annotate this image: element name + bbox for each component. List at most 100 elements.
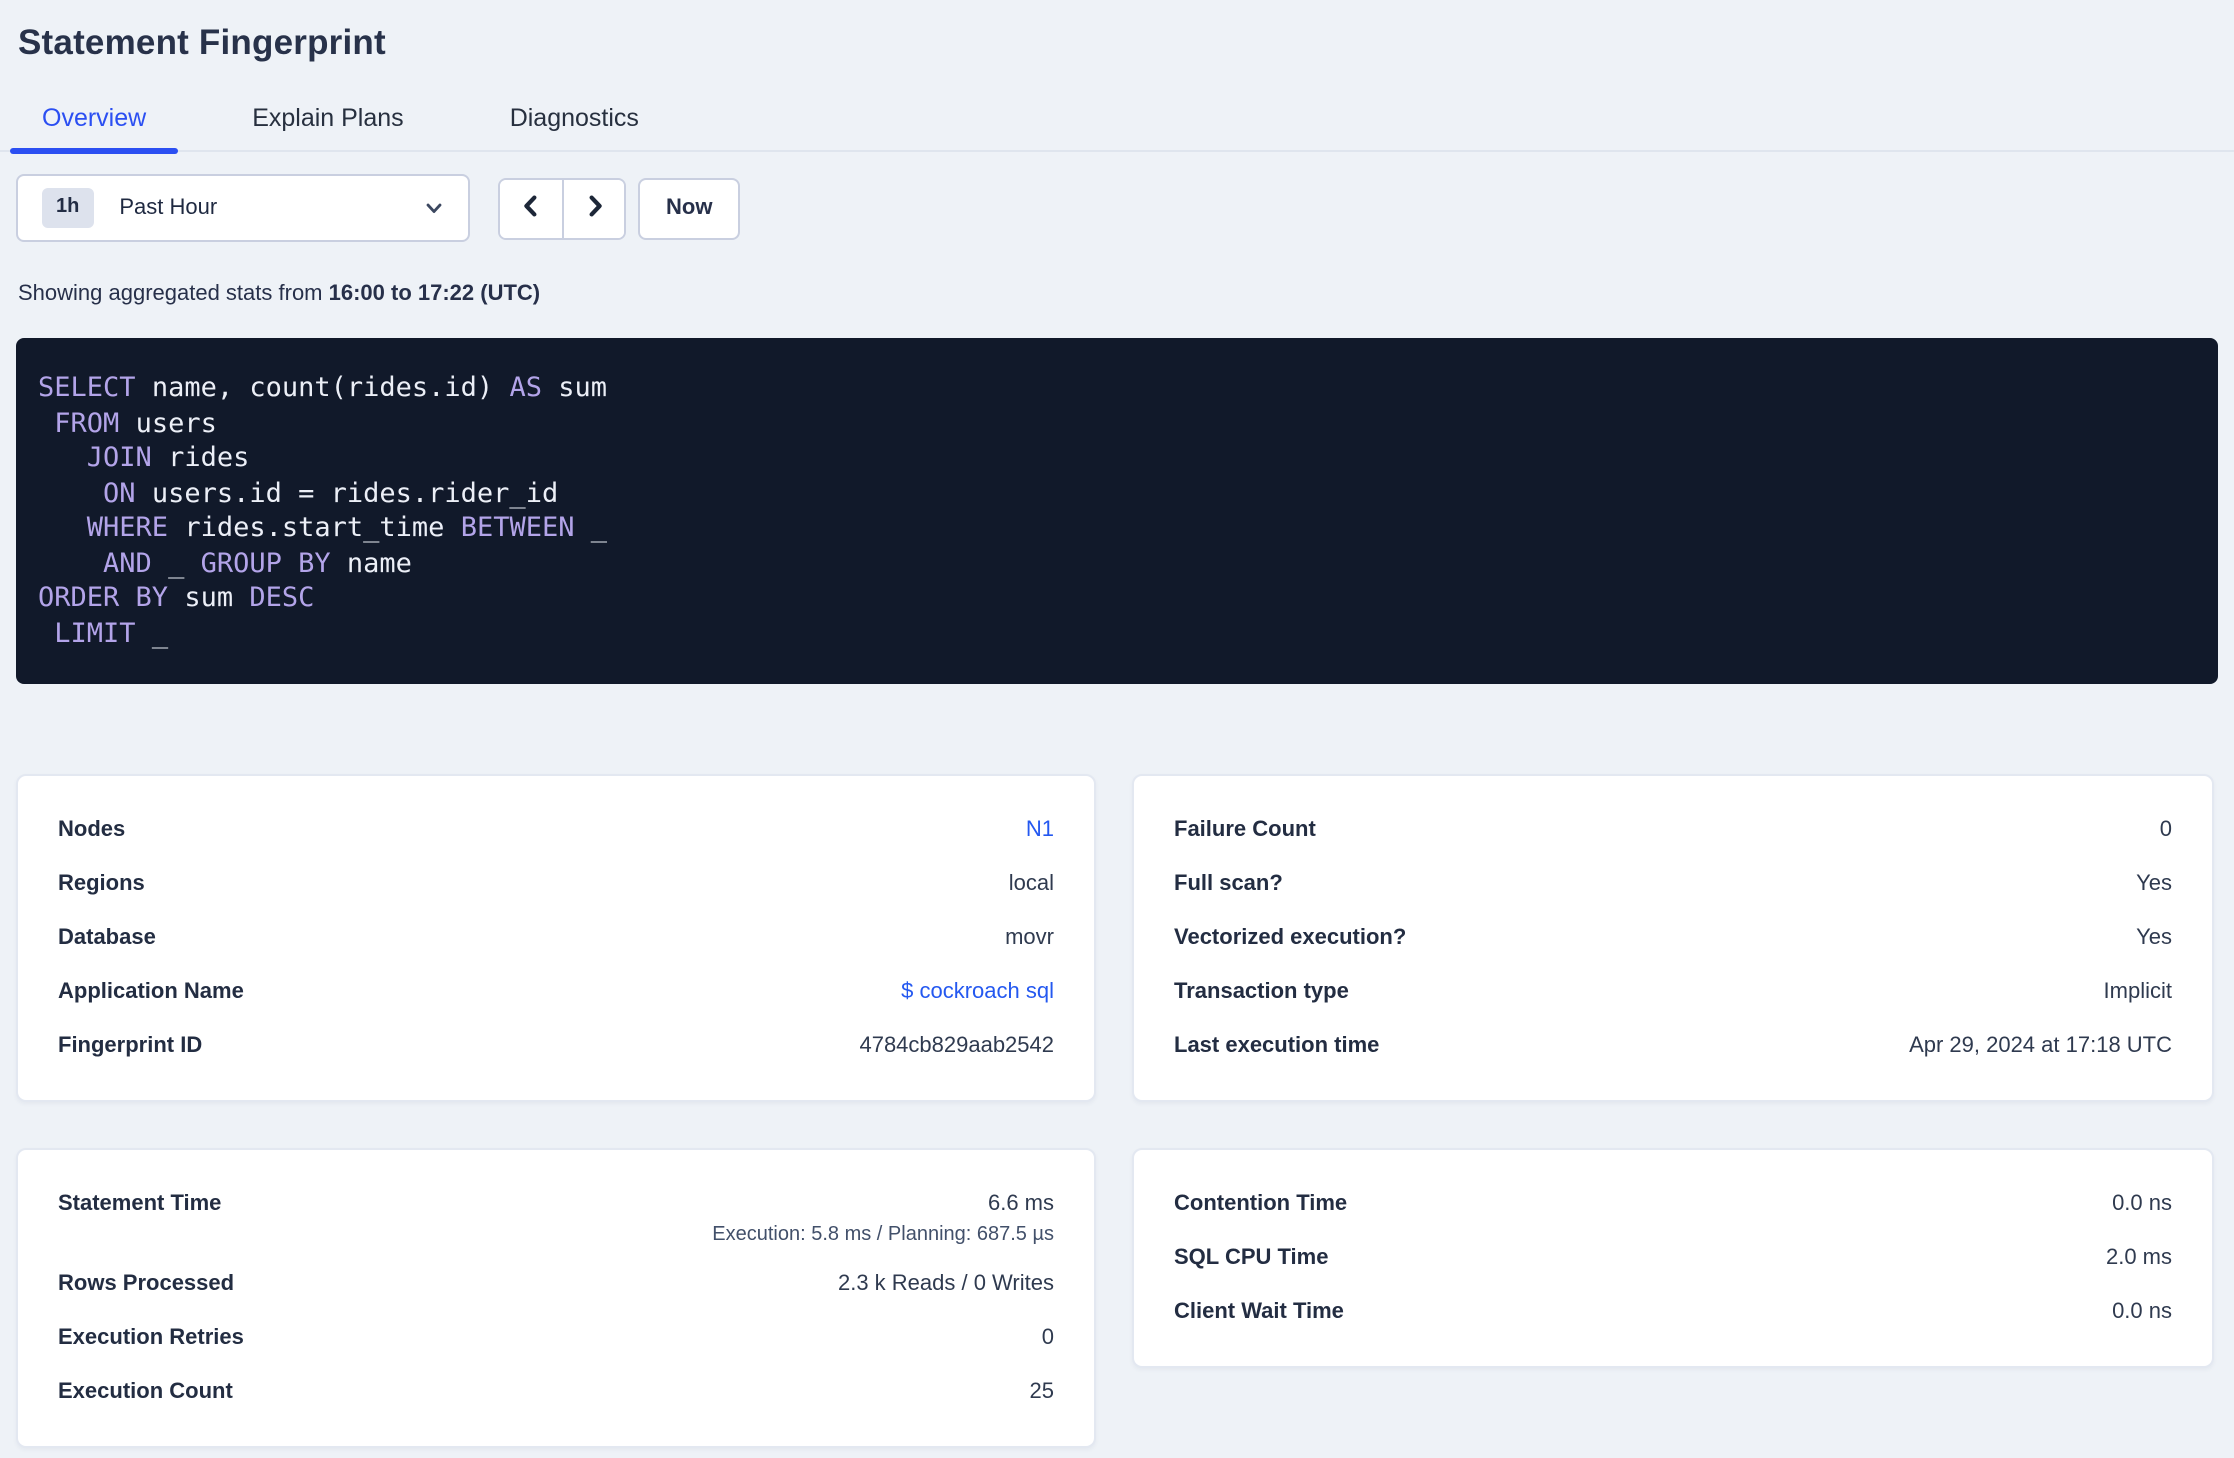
chevron-left-icon	[520, 193, 542, 223]
sql-box: SELECT name, count(rides.id) AS sum FROM…	[16, 338, 2218, 684]
toolbar: 1h Past Hour Now	[16, 174, 2234, 242]
row-value: 25	[1029, 1380, 1055, 1404]
sql-keyword: JOIN	[86, 442, 152, 474]
row-value-link[interactable]: N1	[1026, 816, 1054, 844]
sql-text: _	[574, 512, 608, 544]
sql-keyword: FROM	[54, 407, 120, 439]
row-label: Last execution time	[1174, 1034, 1380, 1058]
sql-keyword: LIMIT	[54, 617, 136, 649]
sql-text: _	[151, 547, 201, 579]
sql-text: rides.start_time	[168, 512, 461, 544]
time-nav	[498, 177, 626, 239]
row-label: Execution Retries	[58, 1326, 244, 1350]
row-value-link[interactable]: $ cockroach sql	[901, 978, 1054, 1006]
row-label: Fingerprint ID	[58, 1034, 203, 1058]
sql-text: sum	[168, 582, 250, 614]
time-range-label: Past Hour	[119, 196, 218, 220]
row-label: Transaction type	[1174, 980, 1349, 1004]
statement-fingerprint-page: Statement Fingerprint Overview Explain Pl…	[0, 0, 2234, 1458]
sql-line: WHERE rides.start_time BETWEEN _	[38, 512, 2194, 547]
card-row: Transaction type Implicit	[1174, 965, 2172, 1019]
chevron-right-icon	[583, 193, 605, 223]
tabs: Overview Explain Plans Diagnostics	[0, 104, 2234, 154]
card-row: SQL CPU Time 2.0 ms	[1174, 1231, 2172, 1285]
sql-keyword: AND	[103, 547, 152, 579]
stats-line: Showing aggregated stats from 16:00 to 1…	[18, 280, 2234, 308]
next-time-button[interactable]	[562, 179, 624, 237]
row-value: 0	[2159, 818, 2172, 842]
card-row: Contention Time 0.0 ns	[1174, 1177, 2172, 1231]
row-label: Rows Processed	[58, 1272, 235, 1296]
card-row: Client Wait Time 0.0 ns	[1174, 1285, 2172, 1339]
sql-line: SELECT name, count(rides.id) AS sum	[38, 372, 2194, 407]
now-button[interactable]: Now	[638, 177, 741, 239]
sql-keyword: AS	[509, 372, 542, 404]
row-label: Regions	[58, 872, 145, 896]
row-value: 2.0 ms	[2105, 1246, 2172, 1270]
summary-card-left: Nodes N1 Regions local Database movr Applicati…	[16, 774, 1096, 1102]
row-label: Failure Count	[1174, 818, 1316, 842]
sql-keyword: DESC	[249, 582, 315, 614]
card-row: Execution Count 25	[58, 1365, 1054, 1419]
row-value: Apr 29, 2024 at 17:18 UTC	[1909, 1034, 2172, 1058]
sql-line: FROM users	[38, 407, 2194, 442]
card-row: Database movr	[58, 911, 1054, 965]
card-row: Application Name $ cockroach sql	[58, 965, 1054, 1019]
tab-diagnostics[interactable]: Diagnostics	[478, 104, 671, 150]
summary-card-right: Failure Count 0 Full scan? Yes Vectorized ex…	[1132, 774, 2214, 1102]
time-range-badge: 1h	[42, 188, 94, 228]
row-value: 4784cb829aab2542	[859, 1034, 1054, 1058]
row-label: SQL CPU Time	[1174, 1246, 1329, 1270]
sql-keyword: ON	[103, 477, 136, 509]
row-label: Statement Time	[58, 1191, 222, 1215]
card-row: Full scan? Yes	[1174, 857, 2172, 911]
sql-keyword: SELECT	[38, 372, 136, 404]
sql-text: name, count(rides.id)	[135, 372, 510, 404]
sql-line: ON users.id = rides.rider_id	[38, 477, 2194, 512]
sql-text: rides	[151, 442, 250, 474]
card-row: Failure Count 0	[1174, 803, 2172, 857]
sql-keyword: ORDER BY	[38, 582, 169, 614]
sql-text: sum	[541, 372, 607, 404]
sql-line: JOIN rides	[38, 442, 2194, 477]
tab-overview[interactable]: Overview	[10, 104, 179, 154]
cards-grid: Nodes N1 Regions local Database movr Applicati…	[16, 774, 2218, 1448]
row-value: 0.0 ns	[2112, 1300, 2172, 1324]
prev-time-button[interactable]	[500, 179, 562, 237]
row-subvalue: Execution: 5.8 ms / Planning: 687.5 µs	[712, 1223, 1054, 1245]
card-row: Last execution time Apr 29, 2024 at 17:18…	[1174, 1019, 2172, 1073]
sql-line: AND _ GROUP BY name	[38, 547, 2194, 582]
chevron-down-icon	[424, 198, 444, 218]
row-value: local	[1008, 872, 1054, 896]
stats-range: 16:00 to 17:22 (UTC)	[328, 282, 541, 306]
card-row: Rows Processed 2.3 k Reads / 0 Writes	[58, 1257, 1054, 1311]
row-label: Execution Count	[58, 1380, 233, 1404]
row-value: 0	[1041, 1326, 1054, 1350]
row-label: Nodes	[58, 818, 126, 842]
row-value: 0.0 ns	[2112, 1192, 2172, 1216]
sql-keyword: WHERE	[86, 512, 169, 544]
sql-keyword: BETWEEN	[460, 512, 575, 544]
card-row: Execution Retries 0	[58, 1311, 1054, 1365]
card-row: Statement Time 6.6 ms Execution: 5.8 ms / …	[58, 1177, 1054, 1257]
row-label: Client Wait Time	[1174, 1300, 1344, 1324]
tab-explain-plans[interactable]: Explain Plans	[220, 104, 436, 150]
row-label: Contention Time	[1174, 1192, 1348, 1216]
sql-text: users.id = rides.rider_id	[135, 477, 559, 509]
sql-keyword: GROUP BY	[200, 547, 331, 579]
stats-prefix: Showing aggregated stats from	[18, 282, 329, 306]
card-row: Fingerprint ID 4784cb829aab2542	[58, 1019, 1054, 1073]
sql-text: name	[330, 547, 412, 579]
row-label: Database	[58, 926, 156, 950]
time-range-picker[interactable]: 1h Past Hour	[16, 174, 470, 242]
row-value: Yes	[2136, 926, 2172, 950]
row-label: Application Name	[58, 980, 244, 1004]
page-title: Statement Fingerprint	[18, 22, 386, 62]
row-value: 2.3 k Reads / 0 Writes	[837, 1272, 1054, 1296]
row-value: Implicit	[2103, 980, 2172, 1004]
